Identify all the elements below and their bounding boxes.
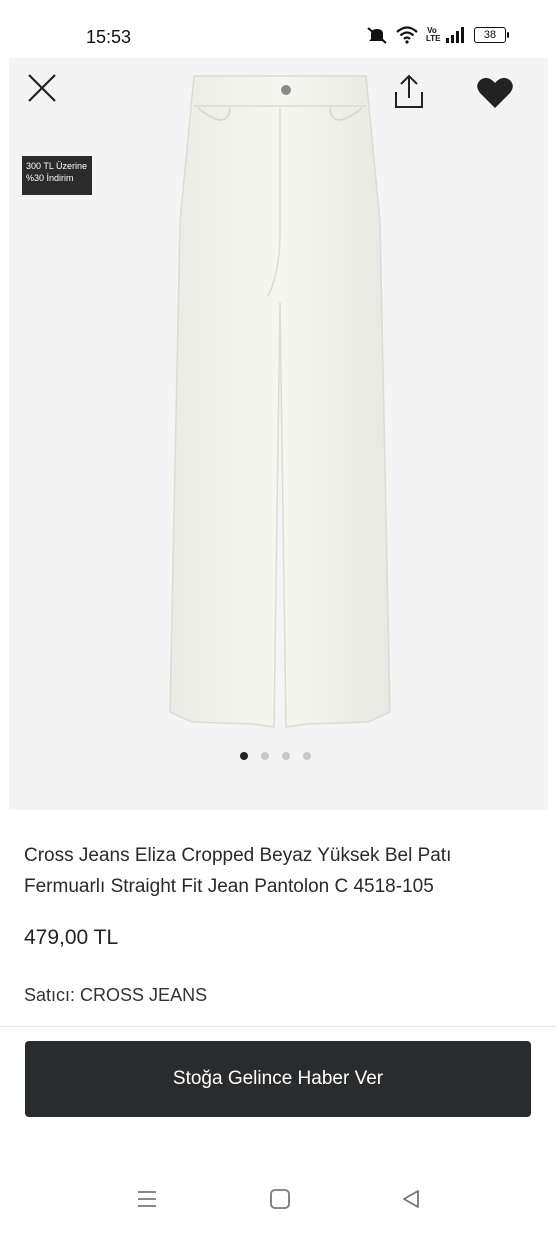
volte-icon: Vo LTE xyxy=(426,26,441,43)
notify-button-label: Stoğa Gelince Haber Ver xyxy=(172,1068,384,1089)
divider xyxy=(0,1026,556,1027)
signal-icon xyxy=(446,27,464,43)
product-image[interactable] xyxy=(168,72,392,734)
product-price: 479,00 TL xyxy=(24,926,119,949)
status-icons: Vo LTE 38 xyxy=(366,26,509,44)
home-icon[interactable] xyxy=(269,1188,291,1210)
seller-label: Satıcı: xyxy=(24,985,76,1005)
promo-line-2: %30 İndirim xyxy=(26,173,74,183)
gallery-dot-4[interactable] xyxy=(303,752,311,760)
gallery-dot-3[interactable] xyxy=(282,752,290,760)
product-title: Cross Jeans Eliza Cropped Beyaz Yüksek B… xyxy=(24,845,452,897)
close-icon[interactable] xyxy=(26,72,58,104)
seller-info: Satıcı: CROSS JEANS xyxy=(24,985,207,1006)
battery-icon: 38 xyxy=(474,27,509,43)
promo-line-1: 300 TL Üzerine xyxy=(26,161,88,171)
menu-icon[interactable] xyxy=(136,1188,158,1210)
heart-icon[interactable] xyxy=(476,76,514,110)
seller-name[interactable]: CROSS JEANS xyxy=(80,985,207,1005)
gallery-dot-1[interactable] xyxy=(240,752,248,760)
back-icon[interactable] xyxy=(400,1188,422,1210)
share-icon[interactable] xyxy=(392,74,426,110)
mute-icon xyxy=(367,27,387,44)
system-nav-bar xyxy=(0,1170,556,1235)
promo-badge: 300 TL Üzerine %30 İndirim xyxy=(22,156,92,195)
wifi-icon xyxy=(396,26,418,44)
gallery-dot-2[interactable] xyxy=(261,752,269,760)
gallery-pagination xyxy=(240,752,311,760)
status-time: 15:53 xyxy=(86,27,132,47)
notify-when-in-stock-button[interactable]: Stoğa Gelince Haber Ver xyxy=(25,1041,531,1117)
